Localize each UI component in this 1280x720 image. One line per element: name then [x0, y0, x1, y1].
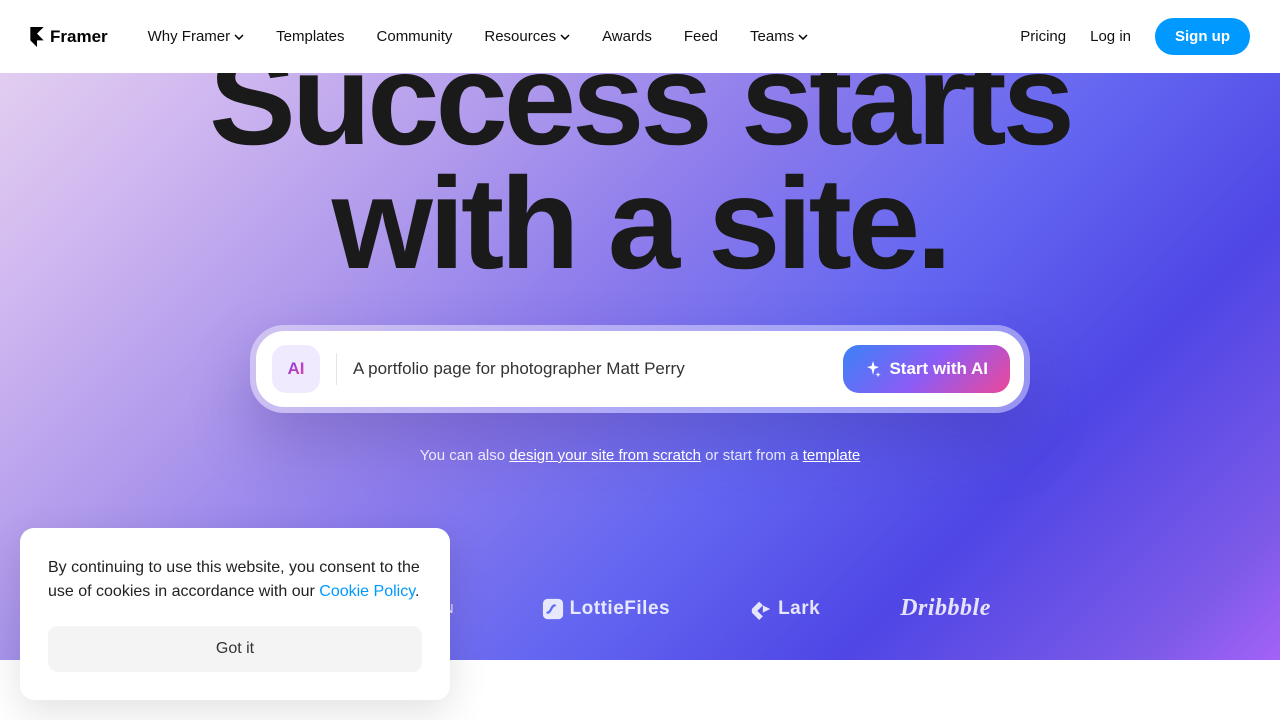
nav-item-label: Why Framer — [148, 28, 231, 45]
nav-links: Why Framer Templates Community Resources… — [148, 28, 809, 45]
ai-prompt-bar: AI Start with AI — [256, 331, 1024, 407]
lark-icon — [750, 598, 772, 620]
cookie-text-part2: . — [415, 583, 419, 600]
ai-prompt-input[interactable] — [353, 359, 827, 379]
nav-item-label: Templates — [276, 28, 344, 45]
template-link[interactable]: template — [803, 447, 861, 464]
nav-templates[interactable]: Templates — [276, 28, 344, 45]
cookie-policy-link[interactable]: Cookie Policy — [319, 583, 415, 600]
ai-icon-text: AI — [288, 359, 305, 379]
nav-item-label: Community — [377, 28, 453, 45]
framer-logo-text: Framer — [50, 27, 108, 47]
nav-left-group: Framer Why Framer Templates Community Re… — [30, 27, 808, 47]
start-with-ai-button[interactable]: Start with AI — [843, 345, 1010, 393]
ai-icon-badge: AI — [272, 345, 320, 393]
nav-item-label: Pricing — [1020, 28, 1066, 45]
chevron-down-icon — [798, 34, 808, 40]
design-from-scratch-link[interactable]: design your site from scratch — [509, 447, 701, 464]
brand-lark: Lark — [750, 598, 820, 620]
subtext-line: You can also design your site from scrat… — [0, 447, 1280, 464]
cookie-accept-button[interactable]: Got it — [48, 626, 422, 672]
signup-button[interactable]: Sign up — [1155, 18, 1250, 55]
divider — [336, 353, 337, 385]
cookie-text: By continuing to use this website, you c… — [48, 556, 422, 604]
nav-pricing[interactable]: Pricing — [1020, 28, 1066, 45]
sparkle-icon — [865, 361, 881, 377]
brand-lottiefiles: LottieFiles — [542, 598, 671, 620]
nav-right-group: Pricing Log in Sign up — [1020, 18, 1250, 55]
nav-awards[interactable]: Awards — [602, 28, 652, 45]
subtext-prefix: You can also — [420, 447, 510, 464]
brand-label: LottieFiles — [570, 598, 671, 620]
nav-community[interactable]: Community — [377, 28, 453, 45]
chevron-down-icon — [560, 34, 570, 40]
ai-button-label: Start with AI — [889, 359, 988, 379]
nav-feed[interactable]: Feed — [684, 28, 718, 45]
nav-resources[interactable]: Resources — [484, 28, 570, 45]
cookie-consent-banner: By continuing to use this website, you c… — [20, 528, 450, 700]
nav-item-label: Resources — [484, 28, 556, 45]
nav-item-label: Log in — [1090, 28, 1131, 45]
brand-label: Lark — [778, 598, 820, 620]
nav-item-label: Teams — [750, 28, 794, 45]
ai-prompt-container: AI Start with AI — [250, 325, 1030, 413]
nav-why-framer[interactable]: Why Framer — [148, 28, 245, 45]
nav-item-label: Feed — [684, 28, 718, 45]
headline-line2: with a site. — [332, 150, 949, 296]
nav-teams[interactable]: Teams — [750, 28, 808, 45]
nav-item-label: Awards — [602, 28, 652, 45]
subtext-mid: or start from a — [701, 447, 803, 464]
lottiefiles-icon — [542, 598, 564, 620]
brand-dribbble: Dribbble — [900, 595, 991, 622]
nav-login[interactable]: Log in — [1090, 28, 1131, 45]
framer-logo[interactable]: Framer — [30, 27, 108, 47]
hero-content: Success starts with a site. AI Start wit… — [0, 73, 1280, 464]
main-nav: Framer Why Framer Templates Community Re… — [0, 0, 1280, 73]
framer-logo-icon — [30, 27, 44, 47]
hero-headline: Success starts with a site. — [0, 38, 1280, 285]
chevron-down-icon — [234, 34, 244, 40]
